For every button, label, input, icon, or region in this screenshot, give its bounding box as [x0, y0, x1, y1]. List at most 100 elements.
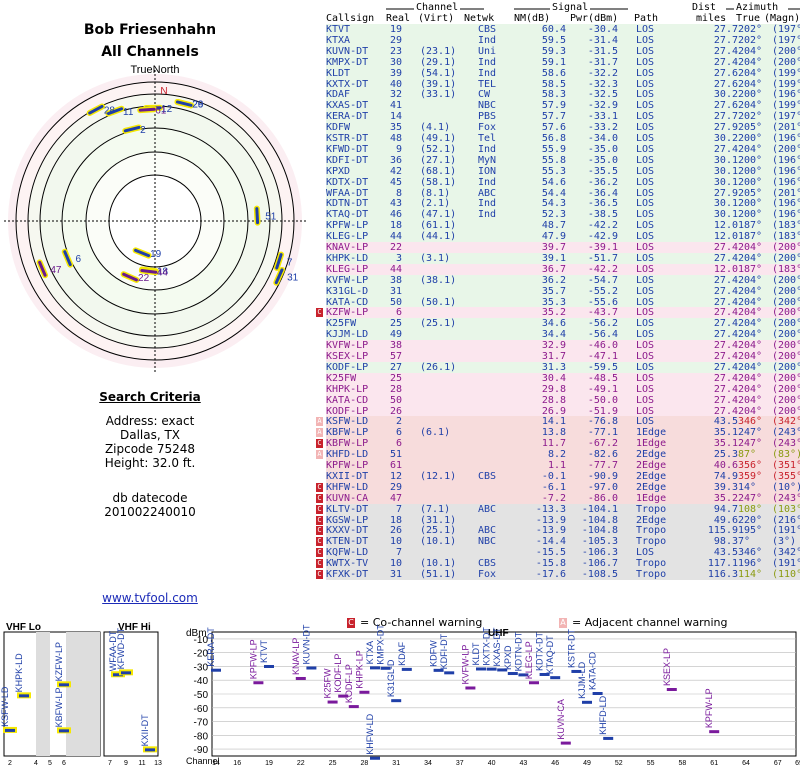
cell-nm: 60.4	[541, 24, 566, 35]
cell-cs: KHPK-LP	[326, 383, 369, 395]
cell-m: (200°)	[772, 143, 800, 155]
cell-t: 200°	[738, 89, 763, 101]
tvfool-link[interactable]: www.tvfool.com	[60, 591, 240, 605]
co-channel-warning-icon: C	[316, 515, 323, 525]
cell-nm: 57.9	[541, 100, 566, 112]
cell-pwr: -31.4	[587, 34, 618, 46]
polar-station-label: 51	[265, 212, 277, 223]
cell-m: (183°)	[772, 231, 800, 243]
x-tick-label: 2	[8, 760, 12, 767]
chart-point-label: KXAS-DT	[492, 627, 502, 667]
chart-point-label: KODF-LP	[344, 664, 354, 703]
table-row: KXXV-DT 26 (25.1) ABC -13.9 -104.8 Tropo 115.9 1…	[316, 525, 800, 537]
cell-nm: 8.2	[547, 449, 566, 461]
cell-real: 38	[389, 274, 402, 286]
chart-point	[401, 667, 412, 671]
cell-m: (83°)	[772, 449, 800, 461]
cell-m: (196°)	[772, 209, 800, 221]
cell-real: 29	[389, 34, 402, 46]
vhf-lo-gap	[36, 632, 50, 756]
page-subtitle: All Channels	[101, 44, 199, 60]
table-row: KLDT 39 (54.1) Ind 58.6 -32.2 LOS 27.6 204° (199°…	[326, 67, 800, 79]
cell-pwr: -34.0	[587, 133, 618, 144]
cell-nm: 59.3	[541, 45, 566, 57]
cell-t: 204°	[738, 383, 763, 395]
cell-real: 3	[395, 252, 402, 264]
cell-mi: 94.7	[713, 503, 738, 515]
cell-path: Tropo	[636, 558, 667, 570]
cell-virt: (23.1)	[420, 45, 457, 57]
cell-pwr: -56.4	[587, 329, 618, 341]
cell-net: ABC	[478, 525, 497, 537]
cell-net: Uni	[478, 45, 497, 57]
cell-mi: 27.4	[713, 405, 738, 417]
cell-cs: KTEN-DT	[326, 536, 369, 548]
cell-path: LOS	[636, 122, 655, 134]
cell-mi: 40.6	[713, 460, 738, 471]
cell-m: (216°)	[772, 514, 800, 526]
x-tick-label: 9	[124, 760, 128, 767]
table-row: KXAS-DT 41 NBC 57.9 -32.9 LOS 27.6204° (199°)	[326, 100, 800, 112]
chart-point-label: KHFW-LD	[365, 713, 375, 754]
cell-net: NBC	[478, 100, 497, 112]
cell-net: TEL	[478, 78, 497, 90]
cell-real: 29	[389, 481, 402, 493]
x-tick-label: 7	[108, 760, 112, 767]
polar-station-label: 28	[104, 106, 116, 117]
x-tick-label: 52	[615, 760, 623, 767]
cell-mi: 74.9	[713, 470, 738, 482]
cell-pwr: -35.0	[587, 143, 618, 155]
cell-pwr: -76.8	[587, 416, 618, 428]
cell-path: LOS	[636, 100, 655, 112]
cell-cs: KQFW-LD	[326, 547, 369, 559]
table-row: KFWD-DT 9 (52.1) Ind 55.9 -35.0 LOS 27.4 204° (20…	[326, 143, 800, 155]
polar-station-label: 44	[157, 267, 169, 278]
cell-virt: (27.1)	[420, 154, 457, 166]
chart-point-label: KNAV-LP	[291, 638, 301, 675]
chart-point	[121, 671, 131, 675]
table-row: KUVN-DT 23 (23.1) Uni 59.3 -31.5 LOS 27.4 204° (2…	[326, 45, 800, 57]
cell-mi: 30.1	[713, 154, 738, 166]
chart-point	[59, 729, 69, 733]
cell-m: (200°)	[772, 274, 800, 286]
cell-cs: KHFW-LD	[326, 481, 369, 493]
cell-pwr: -56.2	[587, 318, 618, 330]
cell-real: 18	[389, 514, 402, 526]
cell-path: LOS	[636, 394, 655, 406]
cell-mi: 116.3	[707, 569, 738, 580]
cell-nm: 39.1	[541, 252, 566, 264]
chart-point-label: KMPX-DT	[376, 624, 386, 665]
cell-t: 247°	[738, 492, 763, 504]
cell-t: 202°	[738, 111, 763, 123]
cell-virt: (2.1)	[420, 198, 451, 210]
table-row: KVFW-LP 38 32.9 -46.0 LOS 27.4204° (200°)	[326, 340, 800, 352]
cell-t: 204°	[738, 372, 763, 384]
cell-virt: (68.1)	[420, 165, 457, 177]
cell-real: 23	[389, 45, 402, 57]
cell-pwr: -54.7	[587, 274, 618, 286]
y-tick-label: -60	[194, 704, 209, 715]
cell-t: 87°	[738, 449, 757, 461]
cell-cs: K31GL-D	[326, 285, 369, 297]
cell-path: LOS	[636, 56, 655, 68]
cell-mi: 27.4	[713, 361, 738, 373]
cell-cs: KLEG-LP	[326, 231, 369, 243]
cell-nm: 30.4	[541, 372, 566, 384]
table-row: KPXD 42 (68.1) ION 55.3 -35.5 LOS 30.1 200° (196°…	[326, 165, 800, 177]
cell-virt: (10.1)	[420, 558, 457, 570]
cell-t: 204°	[738, 394, 763, 406]
table-row: KTXA 29 Ind 59.5 -31.4 LOS 27.7202° (197°)	[326, 34, 800, 46]
cell-path: LOS	[636, 176, 655, 188]
table-row: KBFW-LP 6 11.7 -67.2 1Edge 35.1247° (243°) C	[316, 438, 800, 450]
cell-nm: -14.4	[535, 536, 566, 548]
cell-nm: 36.2	[541, 274, 566, 286]
cell-net: CBS	[478, 24, 497, 35]
co-channel-warning-icon: C	[316, 537, 323, 547]
chart-point-label: KJJM-LD	[577, 661, 587, 699]
cell-virt: (47.1)	[420, 209, 457, 221]
chart-point-label: K31GL-D	[386, 659, 396, 697]
cell-t: 204°	[738, 45, 763, 57]
cell-t: 356°	[738, 460, 763, 471]
cell-real: 40	[389, 78, 402, 90]
table-row: KDTN-DT 43 (2.1) Ind 54.3 -36.5 LOS 30.1 200° (19…	[326, 198, 800, 210]
